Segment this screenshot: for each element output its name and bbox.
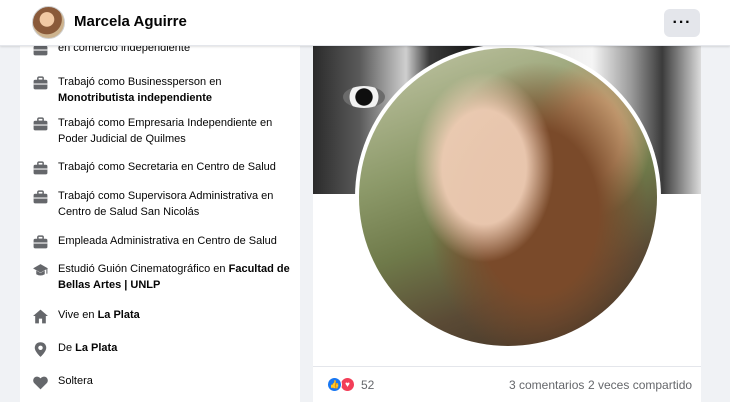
intro-item-text: Trabajó como Empresaria Independiente en… [58,117,273,145]
briefcase-icon [33,46,48,56]
city-link[interactable]: La Plata [98,309,140,321]
home-icon [33,309,48,324]
profile-picture-post: 👍 ♥ 52 3 comentarios 2 veces compartido [313,46,701,402]
intro-item-work-1: en comercio independiente [32,46,298,58]
intro-card: en comercio independiente Trabajó como B… [20,46,300,402]
intro-item-text: Vive en La Plata [58,309,140,321]
briefcase-icon [33,161,48,175]
cover-photo-detail [343,86,385,108]
more-options-button[interactable]: ··· [664,9,700,37]
ellipsis-icon: ··· [672,14,692,31]
intro-item-text: en comercio independiente [58,46,191,54]
intro-item-work-2: Trabajó como Businessperson en Monotribut… [32,74,298,106]
profile-name[interactable]: Marcela Aguirre [74,13,187,30]
intro-item-text: Trabajó como Supervisora Administrativa … [58,190,274,218]
briefcase-icon [33,190,48,204]
intro-item-relationship: Soltera [32,373,298,391]
briefcase-icon [33,76,48,90]
intro-item-text: De La Plata [58,342,118,354]
heart-icon [33,376,48,390]
reaction-count[interactable]: 52 [361,378,374,392]
profile-header-bar: Marcela Aguirre ··· [0,0,730,46]
intro-item-from: De La Plata [32,340,298,358]
reactions-bar: 👍 ♥ 52 3 comentarios 2 veces compartido [313,366,701,402]
intro-item-text: Trabajó como Businessperson en Monotribut… [58,76,222,104]
intro-item-lives-in: Vive en La Plata [32,307,298,325]
intro-item-work-6: Empleada Administrativa en Centro de Sal… [32,233,298,251]
location-pin-icon [34,342,47,357]
avatar[interactable] [32,6,65,39]
comments-count-link[interactable]: 3 comentarios [509,378,584,392]
intro-item-education: Estudió Guión Cinematográfico en Faculta… [32,261,298,293]
intro-item-text: Empleada Administrativa en Centro de Sal… [58,235,277,247]
shares-count-link[interactable]: 2 veces compartido [588,378,692,392]
briefcase-icon [33,235,48,249]
intro-item-text: Soltera [58,375,93,387]
profile-photo[interactable] [359,48,657,346]
love-icon[interactable]: ♥ [340,377,355,392]
intro-item-text: Trabajó como Secretaria en Centro de Sal… [58,161,276,173]
briefcase-icon [33,117,48,131]
like-icon[interactable]: 👍 [327,377,342,392]
intro-item-text: Estudió Guión Cinematográfico en Faculta… [58,263,290,291]
intro-item-work-5: Trabajó como Supervisora Administrativa … [32,188,298,220]
workplace-link[interactable]: Monotributista independiente [58,92,212,104]
hometown-link[interactable]: La Plata [75,342,117,354]
graduation-cap-icon [33,264,48,276]
intro-item-work-4: Trabajó como Secretaria en Centro de Sal… [32,159,298,177]
intro-item-work-3: Trabajó como Empresaria Independiente en… [32,115,298,147]
